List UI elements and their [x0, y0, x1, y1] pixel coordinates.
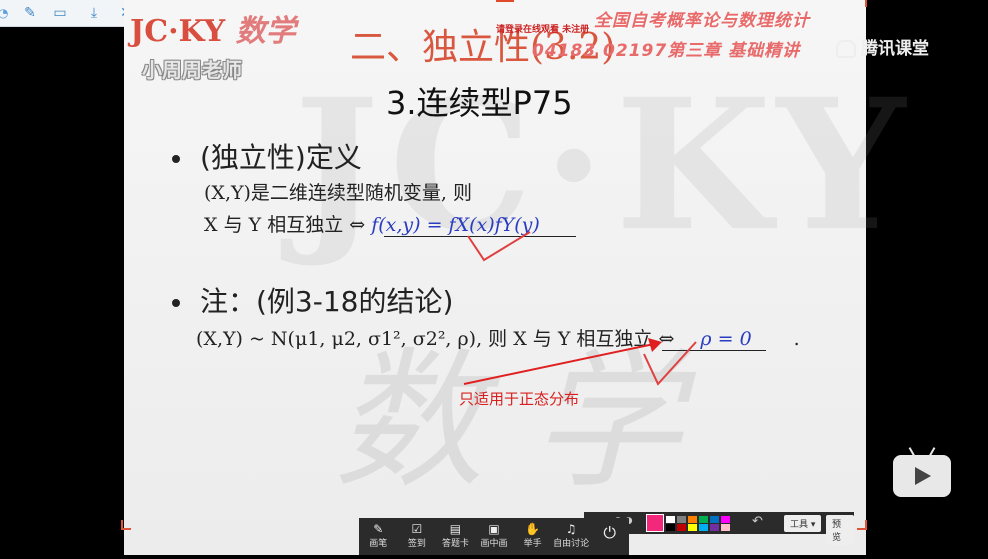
pen-icon: ✎ — [373, 522, 384, 536]
slide-corner-marker — [121, 520, 131, 530]
play-icon-ear — [908, 447, 916, 457]
pip-icon: ▣ — [488, 522, 500, 536]
tencent-logo-icon — [836, 40, 856, 58]
color-swatch[interactable] — [666, 524, 675, 531]
selected-color-swatch[interactable] — [646, 514, 664, 532]
tool-label: 画笔 — [369, 539, 388, 549]
color-swatch[interactable] — [699, 516, 708, 523]
app-badge-icon: ◔ — [0, 6, 9, 20]
play-icon[interactable] — [893, 447, 951, 497]
slide-corner-marker — [857, 520, 867, 530]
tool-label: 签到 — [407, 539, 426, 549]
tool-discussion[interactable]: ♫ 自由讨论 — [552, 518, 591, 555]
tools-dropdown[interactable]: 工具 ▾ — [784, 515, 822, 532]
answer-card-icon: ▤ — [449, 522, 462, 536]
color-swatch[interactable] — [721, 524, 730, 531]
annotation-arrow — [463, 338, 697, 386]
bullet-note-text: 注：(例3-18的结论) — [200, 285, 454, 318]
raise-hand-icon: ✋ — [525, 522, 541, 536]
tool-label: 自由讨论 — [553, 539, 590, 549]
definition-line1: (X,Y)是二维连续型随机变量, 则 — [204, 182, 473, 204]
color-swatch[interactable] — [677, 524, 686, 531]
color-swatch[interactable] — [688, 516, 697, 523]
tencent-label: 腾讯课堂 — [861, 39, 929, 59]
discussion-icon: ♫ — [565, 522, 577, 536]
color-swatch[interactable] — [710, 524, 719, 531]
slide: JC·KY 数 学 JC·KY 数学 小周周老师 二、独立性(3.2) 请登录在… — [121, 0, 905, 555]
color-swatch[interactable] — [666, 516, 675, 523]
bullet-definition: (独立性)定义 — [172, 136, 362, 176]
logo: JC·KY 数学 — [130, 6, 296, 50]
tool-label: 画中画 — [480, 539, 508, 549]
course-banner-line1: 全国自考概率论与数理统计 — [594, 11, 810, 31]
logo-jcky: JC·KY — [130, 14, 226, 49]
bullet-dot — [172, 155, 180, 163]
tencent-classroom-logo: 腾讯课堂 — [836, 34, 929, 59]
tool-raise-hand[interactable]: ✋ 举手 — [513, 518, 552, 555]
color-swatch[interactable] — [677, 516, 686, 523]
tool-pen[interactable]: ✎ 画笔 — [359, 518, 398, 555]
window-mode-icon[interactable]: ▭ — [52, 5, 68, 21]
slide-marker — [496, 0, 514, 2]
login-notice[interactable]: 请登录在线观看 未注册 — [496, 22, 589, 35]
course-banner-line2: 04183 02197第三章 基础精讲 — [532, 41, 801, 61]
section-title: 3.连续型P75 — [386, 84, 573, 122]
tool-pip[interactable]: ▣ 画中画 — [475, 518, 514, 555]
undo-icon[interactable]: ↶ — [752, 514, 763, 529]
note-period: . — [793, 328, 800, 350]
bullet-note: 注：(例3-18的结论) — [172, 280, 453, 320]
tool-answer-card[interactable]: ▤ 答题卡 — [436, 518, 475, 555]
color-swatch[interactable] — [699, 524, 708, 531]
download-icon[interactable]: ⤓ — [86, 5, 102, 21]
preview-button[interactable]: 预览 — [826, 515, 854, 545]
tool-label: 举手 — [523, 539, 542, 549]
color-swatch[interactable] — [721, 516, 730, 523]
slide-corner-marker — [857, 0, 867, 7]
logo-shuxue: 数学 — [235, 14, 296, 49]
tool-checkin[interactable]: ☑ 签到 — [398, 518, 437, 555]
definition-line2-text: X 与 Y 相互独立 ⇔ — [204, 214, 372, 236]
tools-label: 工具 — [790, 520, 809, 530]
color-swatch[interactable] — [688, 524, 697, 531]
tool-label: 答题卡 — [441, 539, 469, 549]
annotation-text: 只适用于正态分布 — [459, 390, 580, 408]
bullet-definition-text: (独立性)定义 — [200, 141, 362, 174]
power-icon: ⏻ — [603, 523, 617, 542]
play-icon-ear — [928, 447, 936, 457]
color-swatch[interactable] — [710, 516, 719, 523]
edit-icon[interactable]: ✎ — [22, 5, 38, 21]
bullet-dot — [172, 299, 180, 307]
checkmark-icon — [467, 231, 531, 262]
teacher-name: 小周周老师 — [142, 58, 242, 82]
checkin-icon: ☑ — [411, 522, 423, 536]
tool-power[interactable]: ⏻ — [590, 518, 629, 555]
classroom-toolbar: ✎ 画笔 ☑ 签到 ▤ 答题卡 ▣ 画中画 ✋ 举手 ♫ 自由讨论 ⏻ — [359, 518, 629, 555]
rho-formula: ρ = 0 — [700, 328, 752, 350]
